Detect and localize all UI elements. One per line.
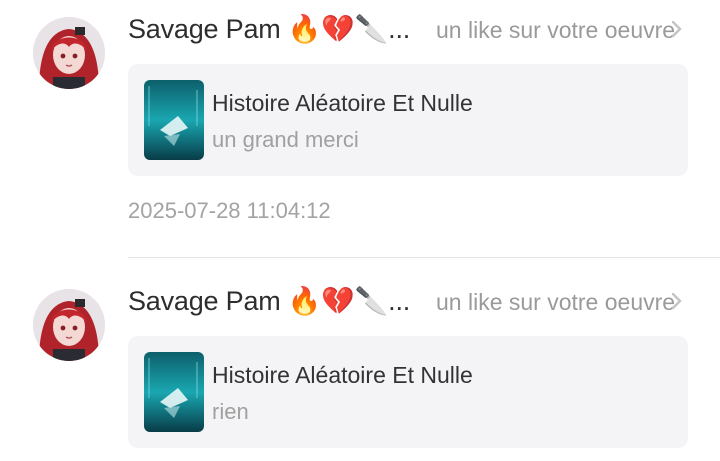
- avatar-image: [33, 17, 105, 89]
- work-title: Histoire Aléatoire Et Nulle: [212, 90, 473, 116]
- avatar[interactable]: [33, 17, 105, 89]
- user-name[interactable]: Savage Pam 🔥💔🔪...: [128, 13, 410, 45]
- work-title: Histoire Aléatoire Et Nulle: [212, 362, 473, 388]
- chevron-right-icon[interactable]: [670, 19, 684, 39]
- timestamp: 2025-07-28 11:04:12: [128, 198, 331, 223]
- user-name[interactable]: Savage Pam 🔥💔🔪...: [128, 285, 410, 317]
- comment-text: un grand merci: [212, 127, 359, 152]
- action-text: un like sur votre oeuvre: [436, 289, 676, 315]
- comment-text: rien: [212, 399, 249, 424]
- divider: [128, 257, 720, 258]
- chevron-right-icon[interactable]: [670, 291, 684, 311]
- work-card[interactable]: Histoire Aléatoire Et Nulle rien: [128, 336, 688, 448]
- notification-item[interactable]: Savage Pam 🔥💔🔪... un like sur votre oeuv…: [0, 272, 720, 461]
- notification-item[interactable]: Savage Pam 🔥💔🔪... un like sur votre oeuv…: [0, 0, 720, 257]
- work-card[interactable]: Histoire Aléatoire Et Nulle un grand mer…: [128, 64, 688, 176]
- action-text: un like sur votre oeuvre: [436, 17, 676, 43]
- avatar-image: [33, 289, 105, 361]
- artwork-thumbnail: [144, 352, 204, 432]
- artwork-thumbnail: [144, 80, 204, 160]
- avatar[interactable]: [33, 289, 105, 361]
